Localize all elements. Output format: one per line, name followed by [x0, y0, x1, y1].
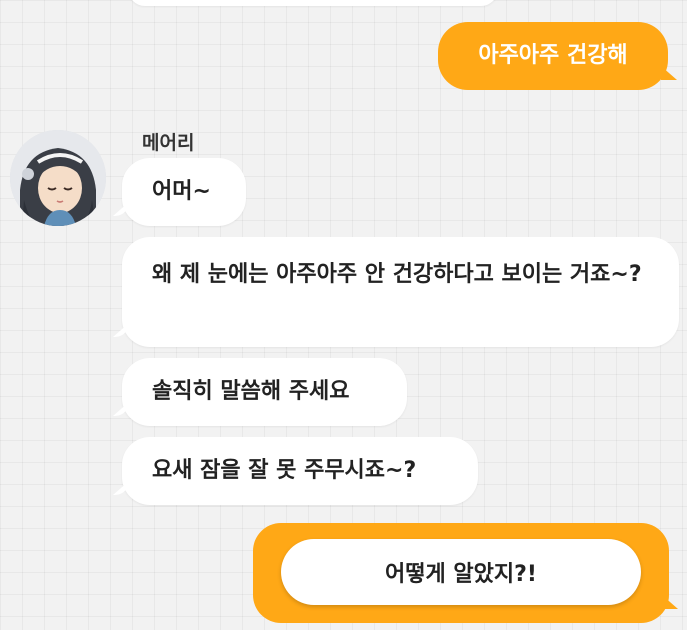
incoming-message-text: 어머~	[152, 179, 211, 204]
incoming-message-text: 왜 제 눈에는 아주아주 안 건강하다고 보이는 거죠~?	[152, 262, 642, 287]
incoming-message-text: 솔직히 말씀해 주세요	[152, 379, 350, 404]
character-portrait	[10, 130, 106, 226]
incoming-message-bubble: 왜 제 눈에는 아주아주 안 건강하다고 보이는 거죠~?	[122, 237, 679, 347]
reply-choice-label: 어떻게 알았지?!	[385, 562, 537, 587]
incoming-message-bubble: 요새 잠을 잘 못 주무시죠~?	[122, 437, 478, 505]
reply-choice-panel: 어떻게 알았지?!	[253, 523, 669, 623]
sender-name: 메어리	[142, 132, 195, 154]
avatar	[10, 130, 106, 226]
previous-message-bubble	[128, 0, 498, 6]
incoming-message-bubble: 어머~	[122, 158, 246, 226]
incoming-message-text: 요새 잠을 잘 못 주무시죠~?	[152, 458, 417, 483]
outgoing-message-bubble: 아주아주 건강해	[438, 22, 668, 90]
outgoing-message-text: 아주아주 건강해	[478, 43, 628, 68]
incoming-message-bubble: 솔직히 말씀해 주세요	[122, 358, 407, 426]
reply-choice-button[interactable]: 어떻게 알았지?!	[281, 539, 641, 605]
